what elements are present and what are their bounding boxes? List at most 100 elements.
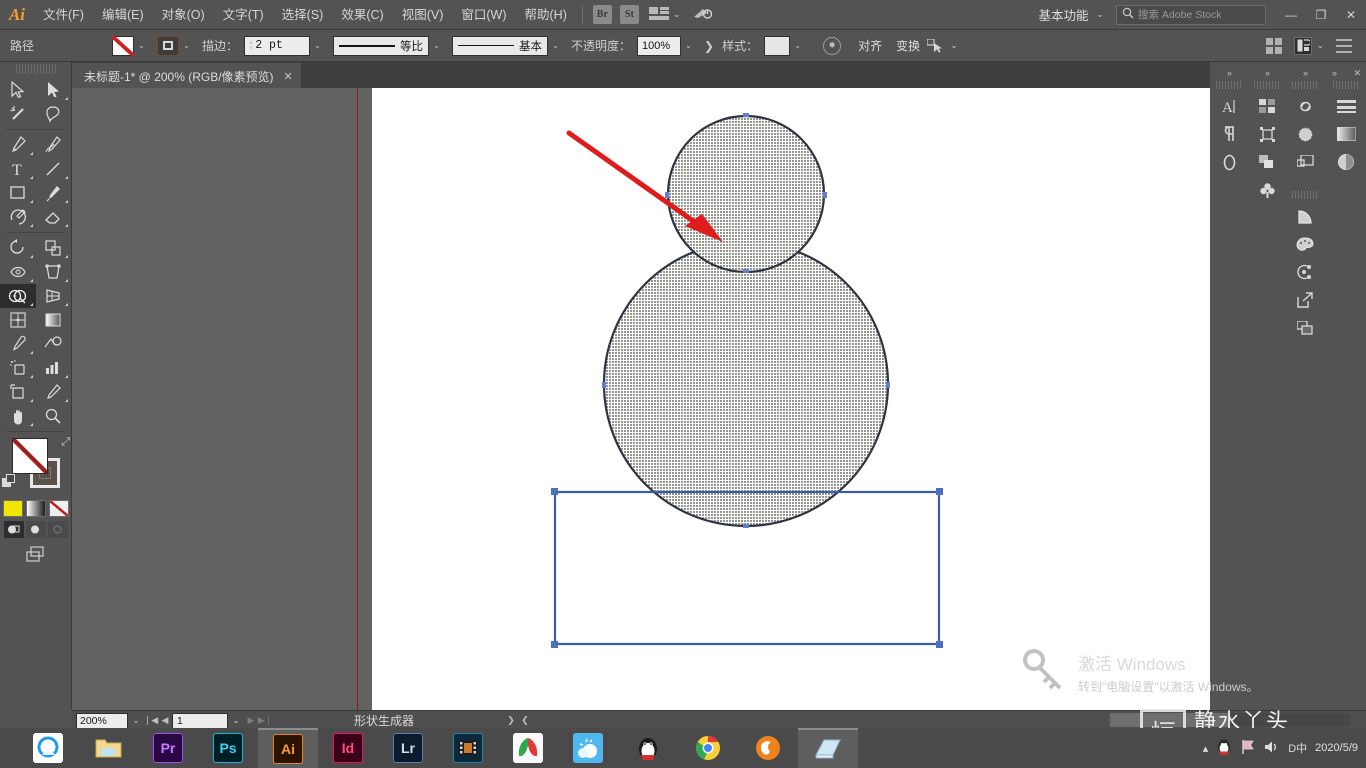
menu-type[interactable]: 文字(T) <box>214 0 273 30</box>
perspective-grid-tool[interactable] <box>36 284 72 308</box>
panel-grip-4[interactable] <box>1333 81 1359 89</box>
zoom-level-input[interactable]: 200% <box>76 712 128 729</box>
stroke-weight-stepper[interactable]: ▲ ▼ <box>249 39 253 52</box>
paintbrush-tool[interactable] <box>36 181 72 205</box>
control-grid-icon[interactable] <box>1266 37 1283 54</box>
stroke-swatch[interactable] <box>157 35 179 56</box>
taskbar-premiere[interactable]: Pr <box>138 728 198 768</box>
gradient-fan-icon[interactable] <box>1288 202 1322 230</box>
brushes-icon[interactable] <box>1288 120 1322 148</box>
scale-tool[interactable] <box>36 236 72 260</box>
symbols-icon[interactable] <box>1250 176 1284 204</box>
bridge-icon[interactable]: Br <box>592 5 612 24</box>
horizontal-scrollbar[interactable] <box>1110 713 1350 727</box>
show-hidden-icons-arrow[interactable]: ▴ <box>1203 742 1209 755</box>
canvas-area[interactable] <box>72 88 1210 710</box>
opacity-input[interactable]: 100% <box>637 35 682 56</box>
swatches-icon[interactable] <box>1250 92 1284 120</box>
artboard-tool[interactable] <box>0 380 36 404</box>
menu-edit[interactable]: 编辑(E) <box>93 0 153 30</box>
scrollbar-thumb[interactable] <box>1110 713 1230 727</box>
panel-grip-1[interactable] <box>1216 81 1242 89</box>
fill-control[interactable]: ⌄ <box>112 35 149 56</box>
graphic-style-swatch[interactable] <box>764 35 791 56</box>
tray-flag-icon[interactable] <box>1240 739 1256 758</box>
panel-grip-3[interactable] <box>1292 81 1318 89</box>
mesh-tool[interactable] <box>0 308 36 332</box>
selection-tool[interactable] <box>0 78 36 102</box>
lasso-tool[interactable] <box>36 102 72 126</box>
taskbar-qq-browser[interactable] <box>18 728 78 768</box>
curvature-tool[interactable] <box>36 133 72 157</box>
taskbar-indesign[interactable]: Id <box>318 728 378 768</box>
stock-search-input[interactable]: 搜索 Adobe Stock <box>1116 4 1266 25</box>
align-lines-icon[interactable] <box>1326 92 1366 120</box>
type-tool[interactable]: T <box>0 157 36 181</box>
gradient-button[interactable] <box>25 500 46 517</box>
hand-tool[interactable] <box>0 404 36 428</box>
status-overflow-right[interactable]: ❯ <box>504 713 518 729</box>
color-palette-icon[interactable] <box>1288 230 1322 258</box>
workspace-selector[interactable]: 基本功能 <box>1034 5 1092 24</box>
fill-chevron-down-icon[interactable]: ⌄ <box>134 36 149 56</box>
document-tab[interactable]: 未标题-1* @ 200% (RGB/像素预览) ✕ <box>72 63 302 88</box>
brush-definition-dropdown[interactable]: 基本 <box>452 35 549 56</box>
swap-fill-stroke-icon[interactable]: ⤢ <box>61 436 70 449</box>
draw-behind-button[interactable] <box>25 521 46 538</box>
none-button[interactable] <box>48 500 69 517</box>
taskbar-folder-window[interactable] <box>798 728 858 768</box>
panel-grip-3b[interactable] <box>1292 191 1318 199</box>
width-tool[interactable] <box>0 260 36 284</box>
opacity-control[interactable]: 100% ⌄ <box>637 35 696 56</box>
color-button[interactable] <box>2 500 23 517</box>
transform-icon[interactable] <box>1250 120 1284 148</box>
artboards-icon[interactable] <box>1288 148 1322 176</box>
document-setup-icon[interactable] <box>1294 36 1313 55</box>
character-icon[interactable]: A <box>1212 92 1246 120</box>
panel-collapse-arrow-3[interactable]: » <box>1288 66 1322 80</box>
stroke-weight-chevron-down-icon[interactable]: ⌄ <box>310 36 325 56</box>
taskbar-video-player[interactable] <box>498 728 558 768</box>
menu-effect[interactable]: 效果(C) <box>332 0 392 30</box>
direct-selection-tool[interactable] <box>36 78 72 102</box>
blend-tool[interactable] <box>36 332 72 356</box>
document-setup-chevron-down-icon[interactable]: ⌄ <box>1316 40 1324 51</box>
export-icon[interactable] <box>1288 286 1322 314</box>
taskbar-photoshop[interactable]: Ps <box>198 728 258 768</box>
magic-wand-tool[interactable] <box>0 102 36 126</box>
stroke-weight-control[interactable]: ▲ ▼ 2 pt ⌄ <box>244 35 325 56</box>
width-profile-control[interactable]: 等比 ⌄ <box>333 35 444 56</box>
free-transform-tool[interactable] <box>36 260 72 284</box>
gradient-tool[interactable] <box>36 308 72 332</box>
next-artboard-button[interactable]: ▶ <box>244 713 258 729</box>
select-similar-icon[interactable]: ⌄ <box>927 38 958 53</box>
column-graph-tool[interactable] <box>36 356 72 380</box>
arrange-chevron-down-icon[interactable]: ⌄ <box>673 9 681 20</box>
transform-button[interactable]: 变换 <box>889 37 927 54</box>
menu-window[interactable]: 窗口(W) <box>452 0 515 30</box>
menu-view[interactable]: 视图(V) <box>393 0 453 30</box>
taskbar-qq[interactable] <box>618 728 678 768</box>
recolor-artwork-icon[interactable]: ✸ <box>823 36 842 55</box>
stock-icon[interactable]: St <box>619 5 639 24</box>
menu-file[interactable]: 文件(F) <box>34 0 93 30</box>
brush-definition-chevron-down-icon[interactable]: ⌄ <box>548 36 563 56</box>
line-segment-tool[interactable] <box>36 157 72 181</box>
rotate-tool[interactable] <box>0 236 36 260</box>
status-overflow-left[interactable]: ❮ <box>518 713 532 729</box>
stroke-weight-input[interactable]: ▲ ▼ 2 pt <box>244 35 311 56</box>
gradient-box-icon[interactable] <box>1326 120 1366 148</box>
panel-collapse-arrow-2[interactable]: » <box>1250 66 1284 80</box>
width-profile-chevron-down-icon[interactable]: ⌄ <box>429 36 444 56</box>
draw-inside-button[interactable] <box>47 521 68 538</box>
artboard-chevron-down-icon[interactable]: ⌄ <box>228 713 244 729</box>
document-tab-close-icon[interactable]: ✕ <box>284 70 293 83</box>
shape-builder-tool[interactable] <box>0 284 36 308</box>
menu-help[interactable]: 帮助(H) <box>516 0 576 30</box>
taskbar-media-encoder[interactable] <box>438 728 498 768</box>
paragraph-icon[interactable] <box>1212 120 1246 148</box>
default-fill-stroke-icon[interactable] <box>2 474 16 488</box>
color-guide-icon[interactable] <box>1288 258 1322 286</box>
draw-normal-button[interactable] <box>3 521 24 538</box>
artboard-number-input[interactable]: 1 <box>172 712 228 729</box>
